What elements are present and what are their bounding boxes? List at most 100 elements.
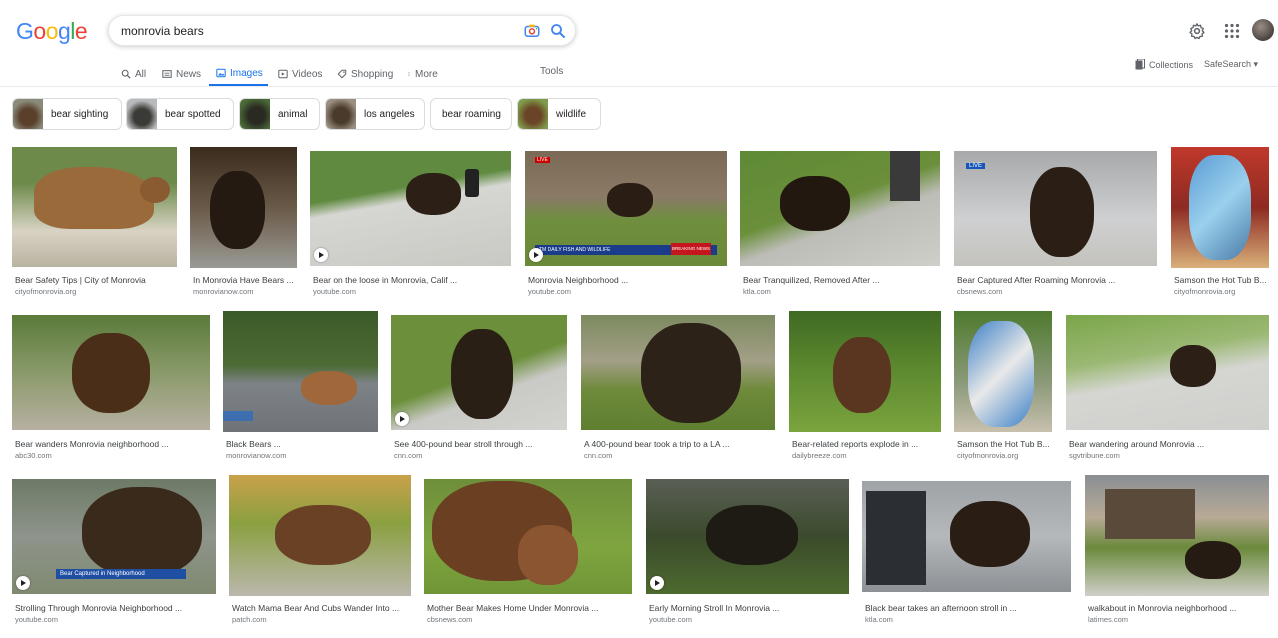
image-result[interactable]: LIVE TM DAILY FISH AND WILDLIFE BREAKING…: [525, 151, 727, 297]
result-title[interactable]: Strolling Through Monrovia Neighborhood …: [15, 603, 216, 613]
image-result[interactable]: Bear-related reports explode in ... dail…: [789, 311, 941, 461]
result-title[interactable]: See 400-pound bear stroll through ...: [394, 439, 567, 449]
image-result[interactable]: In Monrovia Have Bears ... monrovianow.c…: [190, 147, 297, 297]
collections-button[interactable]: Collections: [1135, 59, 1193, 70]
result-source: cnn.com: [394, 451, 423, 460]
tab-videos[interactable]: Videos: [278, 67, 322, 81]
chip-thumbnail: [326, 99, 356, 129]
account-avatar[interactable]: [1252, 19, 1274, 41]
image-result[interactable]: Early Morning Stroll In Monrovia ... you…: [646, 479, 849, 625]
image-result[interactable]: Black bear takes an afternoon stroll in …: [862, 481, 1071, 625]
result-thumbnail[interactable]: [954, 311, 1052, 432]
image-result[interactable]: A 400-pound bear took a trip to a LA ...…: [581, 315, 775, 461]
result-title[interactable]: Bear-related reports explode in ...: [792, 439, 941, 449]
result-title[interactable]: Monrovia Neighborhood ...: [528, 275, 727, 285]
chip-los-angeles[interactable]: los angeles: [325, 98, 425, 130]
result-thumbnail[interactable]: [789, 311, 941, 432]
result-title[interactable]: A 400-pound bear took a trip to a LA ...: [584, 439, 775, 449]
result-thumbnail[interactable]: [424, 479, 632, 594]
search-icon[interactable]: [549, 22, 567, 40]
live-badge: LIVE: [966, 163, 986, 169]
result-thumbnail[interactable]: [1171, 147, 1269, 268]
result-title[interactable]: Bear Captured After Roaming Monrovia ...: [957, 275, 1157, 285]
result-thumbnail[interactable]: [1085, 475, 1269, 596]
result-source: cbsnews.com: [957, 287, 1003, 296]
google-logo[interactable]: Google: [16, 18, 88, 45]
result-thumbnail[interactable]: [581, 315, 775, 430]
image-result[interactable]: Bear Tranquilized, Removed After ... ktl…: [740, 151, 940, 297]
chip-thumbnail: [127, 99, 157, 129]
camera-search-icon[interactable]: [523, 22, 541, 40]
result-thumbnail[interactable]: [740, 151, 940, 266]
chip-bear-sighting[interactable]: bear sighting: [12, 98, 122, 130]
result-title[interactable]: Bear wanders Monrovia neighborhood ...: [15, 439, 210, 449]
result-title[interactable]: Samson the Hot Tub B...: [957, 439, 1052, 449]
image-result[interactable]: Black Bears ... monrovianow.com: [223, 311, 378, 461]
image-result[interactable]: See 400-pound bear stroll through ... cn…: [391, 315, 567, 461]
result-title[interactable]: Mother Bear Makes Home Under Monrovia ..…: [427, 603, 632, 613]
image-result[interactable]: Bear Safety Tips | City of Monrovia city…: [12, 147, 177, 297]
chip-wildlife[interactable]: wildlife: [517, 98, 601, 130]
search-box[interactable]: [108, 15, 576, 46]
chip-animal[interactable]: animal: [239, 98, 320, 130]
image-result[interactable]: Samson the Hot Tub B... cityofmonrovia.o…: [1171, 147, 1269, 297]
result-source: patch.com: [232, 615, 267, 624]
result-title[interactable]: walkabout in Monrovia neighborhood ...: [1088, 603, 1269, 613]
image-result[interactable]: Mother Bear Makes Home Under Monrovia ..…: [424, 479, 632, 625]
settings-gear-icon[interactable]: [1188, 22, 1206, 40]
chip-label: bear roaming: [442, 108, 501, 120]
result-title[interactable]: Watch Mama Bear And Cubs Wander Into ...: [232, 603, 411, 613]
result-thumbnail[interactable]: LIVE TM DAILY FISH AND WILDLIFE BREAKING…: [525, 151, 727, 266]
tab-label: Images: [230, 67, 263, 79]
image-result[interactable]: Bear on the loose in Monrovia, Calif ...…: [310, 151, 511, 297]
result-title[interactable]: Bear Tranquilized, Removed After ...: [743, 275, 940, 285]
result-thumbnail[interactable]: [646, 479, 849, 594]
result-thumbnail[interactable]: [12, 147, 177, 267]
result-title[interactable]: Bear on the loose in Monrovia, Calif ...: [313, 275, 511, 285]
result-thumbnail[interactable]: Bear Captured in Neighborhood: [12, 479, 216, 594]
result-thumbnail[interactable]: [1066, 315, 1269, 430]
result-title[interactable]: Black bear takes an afternoon stroll in …: [865, 603, 1071, 613]
tab-images[interactable]: Images: [216, 66, 263, 80]
tab-label: All: [135, 68, 147, 80]
logo-letter: o: [33, 18, 46, 44]
image-result[interactable]: Bear wandering around Monrovia ... sgvtr…: [1066, 315, 1269, 461]
video-icon: [278, 69, 288, 79]
tab-shopping[interactable]: Shopping: [337, 67, 393, 81]
chip-bear-roaming[interactable]: bear roaming: [430, 98, 512, 130]
apps-grid-icon[interactable]: [1224, 23, 1240, 39]
image-icon: [216, 68, 226, 78]
result-thumbnail[interactable]: [862, 481, 1071, 592]
tab-news[interactable]: News: [162, 67, 201, 81]
tools-button[interactable]: Tools: [540, 66, 563, 77]
result-thumbnail[interactable]: [229, 475, 411, 596]
tab-more[interactable]: More: [407, 67, 438, 81]
result-title[interactable]: Bear wandering around Monrovia ...: [1069, 439, 1269, 449]
result-title[interactable]: In Monrovia Have Bears ...: [193, 275, 297, 285]
image-result[interactable]: walkabout in Monrovia neighborhood ... l…: [1085, 475, 1269, 625]
result-thumbnail[interactable]: [310, 151, 511, 266]
result-title[interactable]: Early Morning Stroll In Monrovia ...: [649, 603, 849, 613]
result-thumbnail[interactable]: [190, 147, 297, 268]
safesearch-dropdown[interactable]: SafeSearch ▾: [1204, 59, 1258, 70]
image-result[interactable]: Samson the Hot Tub B... cityofmonrovia.o…: [954, 311, 1052, 461]
image-result[interactable]: Bear wanders Monrovia neighborhood ... a…: [12, 315, 210, 461]
result-source: youtube.com: [313, 287, 356, 296]
image-result[interactable]: Bear Captured in Neighborhood Strolling …: [12, 479, 216, 625]
result-title[interactable]: Bear Safety Tips | City of Monrovia: [15, 275, 177, 285]
chip-thumbnail: [518, 99, 548, 129]
tag-icon: [337, 69, 347, 79]
result-title[interactable]: Black Bears ...: [226, 439, 378, 449]
news-ticker: Bear Captured in Neighborhood: [56, 569, 186, 579]
chip-bear-spotted[interactable]: bear spotted: [126, 98, 234, 130]
result-thumbnail[interactable]: [391, 315, 567, 430]
result-title[interactable]: Samson the Hot Tub B...: [1174, 275, 1269, 285]
image-result[interactable]: Watch Mama Bear And Cubs Wander Into ...…: [229, 475, 411, 625]
result-thumbnail[interactable]: LIVE: [954, 151, 1157, 266]
tab-all[interactable]: All: [121, 67, 146, 81]
tab-label: News: [176, 68, 202, 80]
result-thumbnail[interactable]: [223, 311, 378, 432]
search-input[interactable]: [121, 22, 501, 40]
result-thumbnail[interactable]: [12, 315, 210, 430]
image-result[interactable]: LIVE Bear Captured After Roaming Monrovi…: [954, 151, 1157, 297]
